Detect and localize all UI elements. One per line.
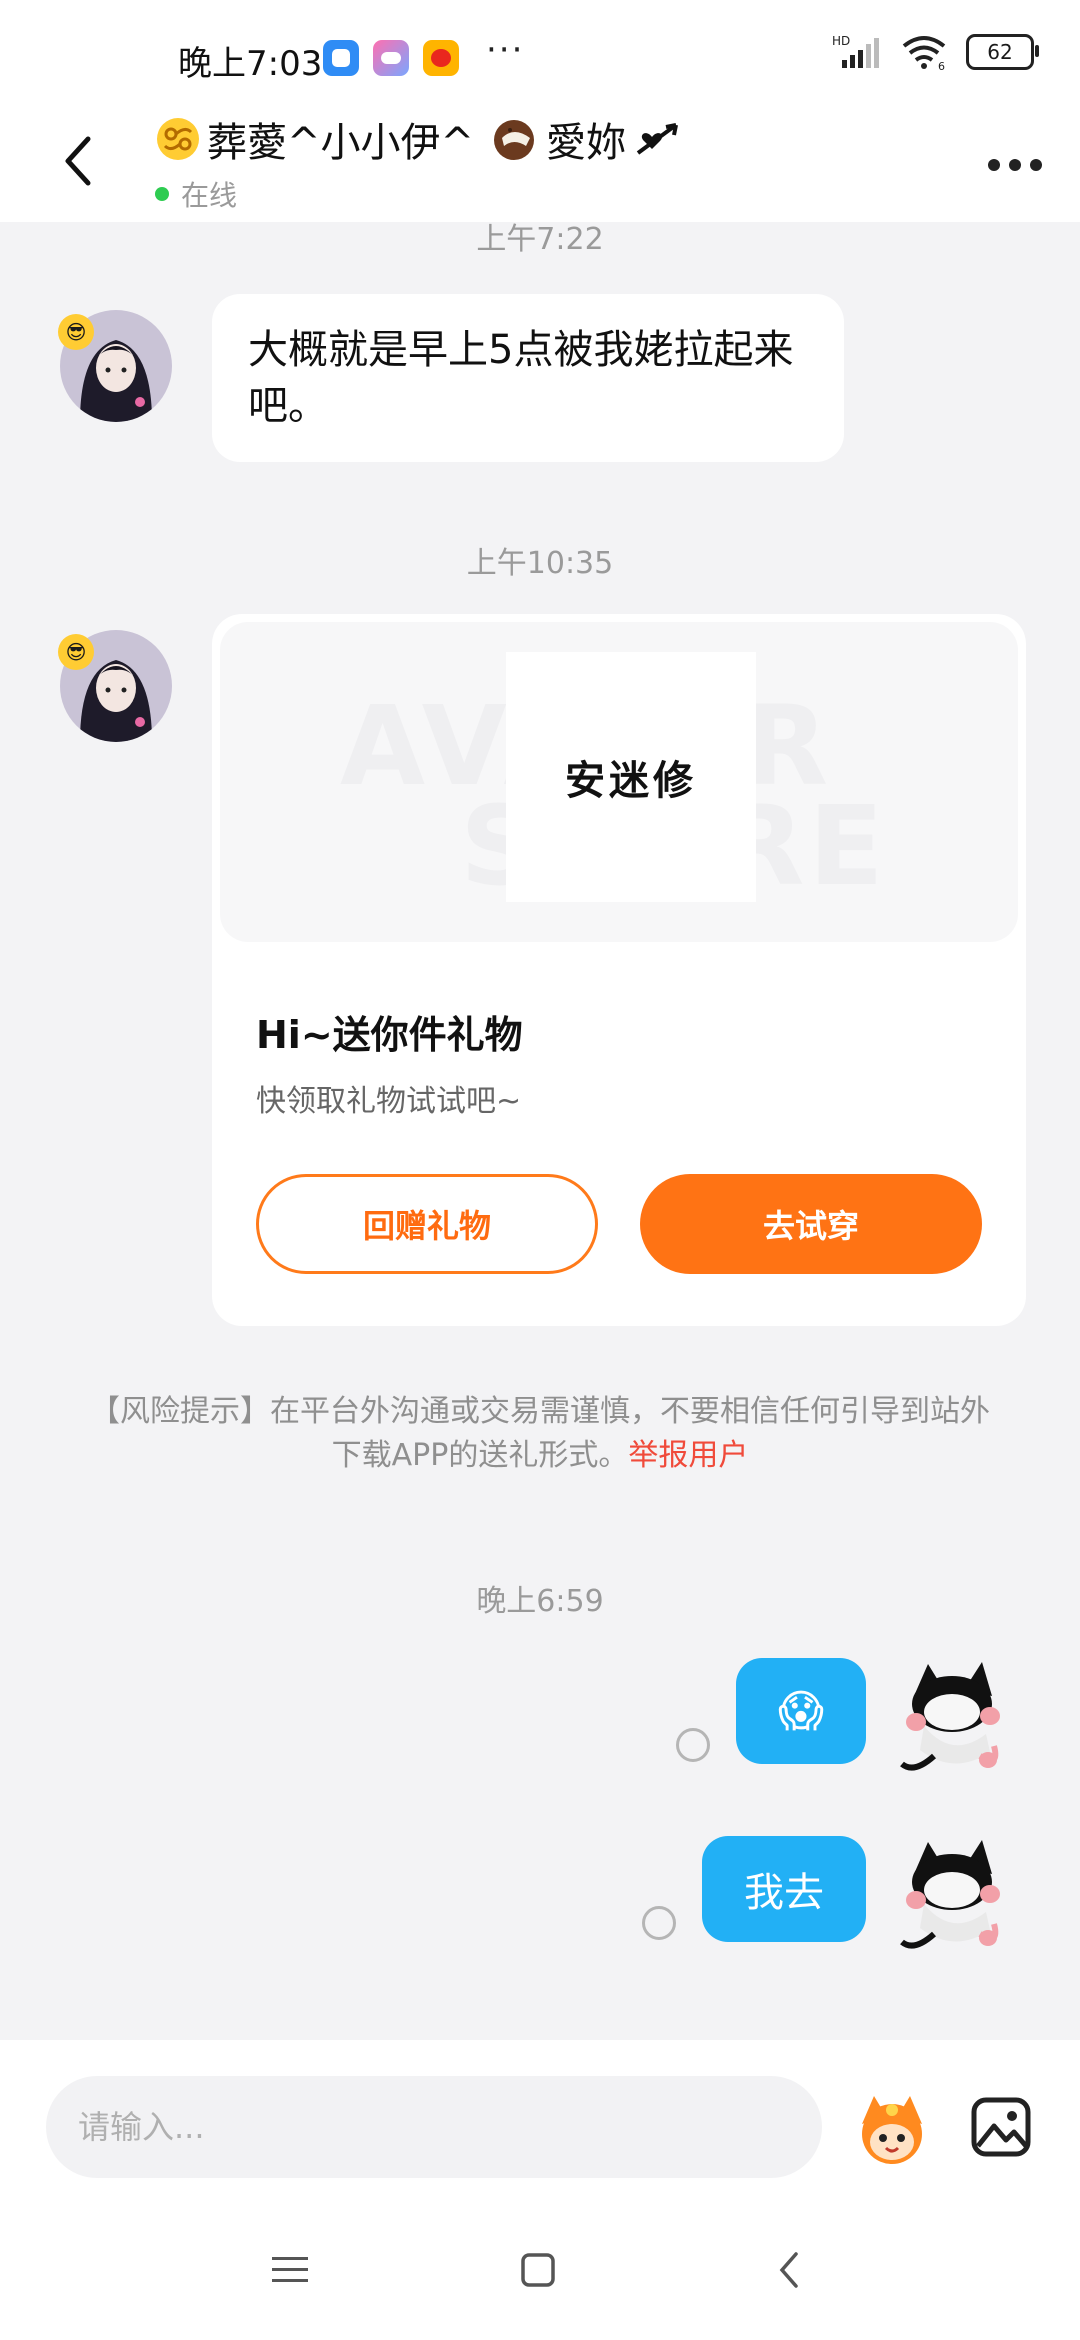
incoming-message-bubble[interactable]: 大概就是早上5点被我姥拉起来吧。 bbox=[212, 294, 844, 462]
online-dot-icon bbox=[155, 187, 169, 201]
chat-area[interactable]: 上午7:22 😎 大概就是早上5点被我姥拉起来吧。 上午10:35 😎 AVAT… bbox=[0, 222, 1080, 2040]
nav-back-chevron-icon bbox=[779, 2252, 798, 2288]
image-picker-button[interactable] bbox=[966, 2092, 1036, 2162]
outgoing-message-bubble[interactable]: 😱 bbox=[736, 1658, 866, 1764]
message-input[interactable] bbox=[46, 2076, 822, 2178]
mascot-emoji-button[interactable] bbox=[852, 2090, 932, 2170]
nav-home-button[interactable] bbox=[508, 2240, 568, 2300]
chat-header: 葬薆^小小伊^ 愛妳 在线 bbox=[0, 110, 1080, 222]
gift-card-title: Hi~送你件礼物 bbox=[256, 1013, 523, 1057]
return-gift-button[interactable]: 回赠礼物 bbox=[256, 1174, 598, 1274]
online-status: 在线 bbox=[155, 174, 682, 214]
timestamp: 上午10:35 bbox=[466, 546, 614, 581]
more-dots-icon bbox=[988, 159, 1042, 171]
unread-status-icon bbox=[676, 1728, 710, 1762]
menu-lines-icon bbox=[272, 2257, 308, 2282]
battery-icon: 62 bbox=[966, 34, 1039, 70]
battery-level: 62 bbox=[987, 40, 1013, 64]
game-icon bbox=[373, 40, 409, 76]
report-user-link[interactable]: 举报用户 bbox=[628, 1438, 748, 1473]
coconut-icon bbox=[494, 120, 535, 160]
status-time: 晚上7:03 bbox=[178, 44, 323, 84]
gift-item-image: 安迷修 bbox=[506, 652, 756, 902]
status-right-group: HD 6 62 bbox=[832, 34, 1039, 70]
risk-notice: 【风险提示】在平台外沟通或交易需谨慎，不要相信任何引导到站外下载APP的送礼形式… bbox=[80, 1390, 1000, 1478]
cancer-zodiac-icon bbox=[157, 118, 199, 160]
app-icon-blue bbox=[323, 40, 359, 76]
signal-icon: HD bbox=[832, 34, 879, 68]
self-avatar-cat[interactable] bbox=[894, 1656, 1014, 1776]
nav-menu-button[interactable] bbox=[260, 2240, 320, 2300]
home-square-icon bbox=[521, 2253, 555, 2287]
sunglasses-badge-icon: 😎 bbox=[58, 314, 94, 350]
chat-title-name: 葬薆^小小伊^ bbox=[207, 120, 475, 166]
chat-title: 葬薆^小小伊^ 愛妳 bbox=[155, 110, 682, 168]
online-status-label: 在线 bbox=[181, 179, 238, 212]
outgoing-message-bubble[interactable]: 我去 bbox=[702, 1836, 866, 1942]
gift-card[interactable]: AVATAR STORE 安迷修 Hi~送你件礼物 快领取礼物试试吧~ 回赠礼物… bbox=[212, 614, 1026, 1326]
more-options-button[interactable] bbox=[980, 140, 1050, 190]
message-text: 大概就是早上5点被我姥拉起来吧。 bbox=[248, 327, 794, 429]
timestamp: 晚上6:59 bbox=[476, 1584, 604, 1619]
image-icon bbox=[971, 2097, 1031, 2157]
svg-text:6: 6 bbox=[938, 60, 945, 70]
risk-notice-text: 【风险提示】在平台外沟通或交易需谨慎，不要相信任何引导到站外下载APP的送礼形式… bbox=[90, 1394, 990, 1473]
chat-title-suffix: 愛妳 bbox=[546, 120, 627, 166]
unread-status-icon bbox=[642, 1906, 676, 1940]
emoji-scream: 😱 bbox=[778, 1685, 824, 1737]
self-avatar-cat[interactable] bbox=[894, 1834, 1014, 1954]
system-nav-bar bbox=[0, 2220, 1080, 2320]
status-overflow: ··· bbox=[486, 30, 525, 70]
sunglasses-badge-icon: 😎 bbox=[58, 634, 94, 670]
wifi-icon: 6 bbox=[902, 36, 946, 70]
gift-card-media: AVATAR STORE 安迷修 bbox=[220, 622, 1018, 942]
timestamp: 上午7:22 bbox=[476, 222, 604, 257]
heart-arrow-icon bbox=[636, 123, 678, 155]
back-button[interactable] bbox=[48, 126, 108, 196]
chat-title-group[interactable]: 葬薆^小小伊^ 愛妳 在线 bbox=[155, 110, 682, 214]
chevron-left-icon bbox=[65, 136, 91, 186]
gift-card-subtitle: 快领取礼物试试吧~ bbox=[256, 1084, 522, 1119]
try-on-button[interactable]: 去试穿 bbox=[640, 1174, 982, 1274]
status-bar: 晚上7:03 ··· HD 6 62 bbox=[0, 0, 1080, 110]
weibo-icon bbox=[423, 40, 459, 76]
nav-back-button[interactable] bbox=[758, 2240, 818, 2300]
message-text: 我去 bbox=[744, 1870, 824, 1916]
svg-text:HD: HD bbox=[832, 34, 850, 48]
